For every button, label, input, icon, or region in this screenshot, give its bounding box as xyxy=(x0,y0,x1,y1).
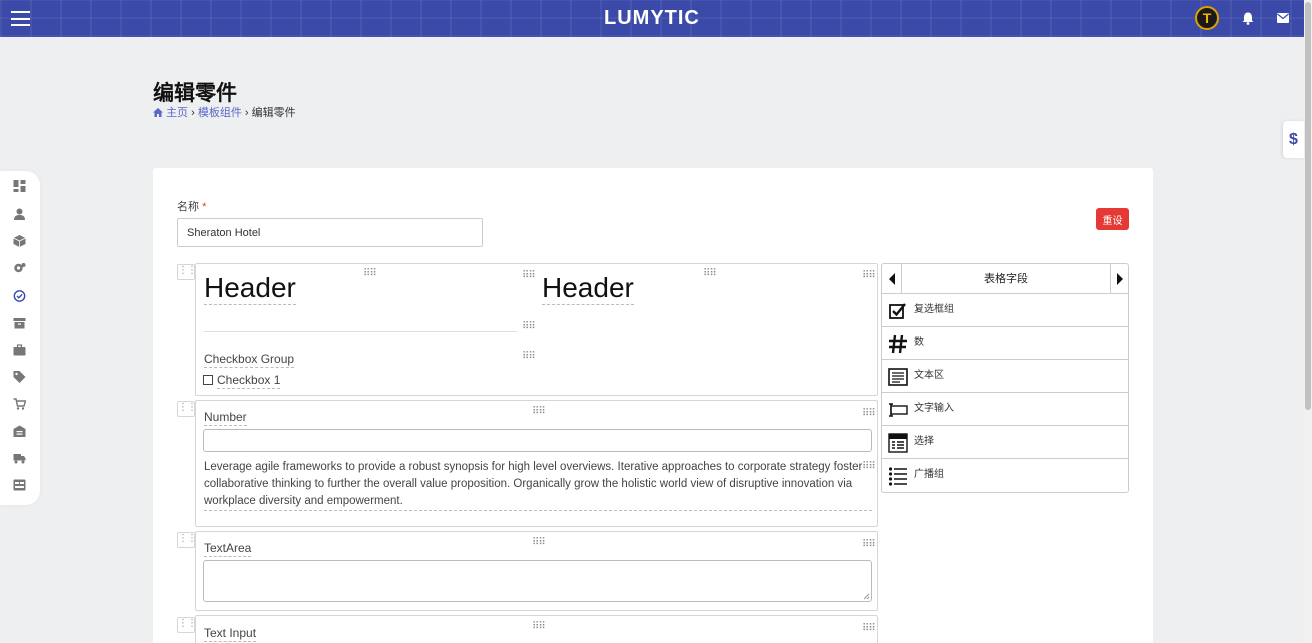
avatar[interactable]: T xyxy=(1195,6,1219,30)
drag-handle[interactable]: ⋮⋮ xyxy=(177,617,197,633)
tag-icon[interactable] xyxy=(13,371,26,383)
number-label[interactable]: Number xyxy=(204,410,247,426)
checkbox-1[interactable] xyxy=(203,375,213,385)
form-icon[interactable] xyxy=(13,479,26,491)
palette-item-label: 广播组 xyxy=(914,469,944,480)
palette-item-label: 数 xyxy=(914,337,924,348)
truck-icon[interactable] xyxy=(13,452,26,464)
palette-header: 表格字段 xyxy=(882,264,1128,294)
builder-row-number: ⠿⠿ ⠿⠿ Number ⠿⠿ Leverage agile framework… xyxy=(195,400,878,527)
select-icon xyxy=(888,433,908,453)
builder-row-text-input: ⠿⠿ ⠿⠿ Text Input xyxy=(195,615,878,643)
column-drag-handle[interactable]: ⠿⠿ xyxy=(703,269,717,279)
top-navbar: LUMYTIC T xyxy=(0,0,1304,37)
archive-icon[interactable] xyxy=(13,317,26,329)
textarea-icon xyxy=(888,368,908,386)
home-icon[interactable] xyxy=(153,108,163,117)
textarea-label[interactable]: TextArea xyxy=(204,541,252,557)
name-label: 名称 * xyxy=(177,201,207,213)
field-drag-handle[interactable]: ⠿⠿ xyxy=(522,271,536,281)
palette-item-select[interactable]: 选择 xyxy=(882,426,1128,459)
menu-icon[interactable] xyxy=(11,11,30,26)
palette-item-textarea[interactable]: 文本区 xyxy=(882,360,1128,393)
palette-item-number[interactable]: 数 xyxy=(882,327,1128,360)
cart-icon[interactable] xyxy=(13,398,26,410)
field-drag-handle[interactable]: ⠿⠿ xyxy=(862,271,876,281)
mail-icon[interactable] xyxy=(1277,13,1289,23)
textarea-input[interactable] xyxy=(203,560,872,602)
divider xyxy=(204,331,517,332)
sidebar-rail xyxy=(0,171,40,505)
palette-item-checkbox-group[interactable]: 复选框组 xyxy=(882,294,1128,327)
briefcase-icon[interactable] xyxy=(13,344,26,356)
drag-handle[interactable]: ⋮⋮ xyxy=(177,401,197,417)
name-input[interactable] xyxy=(177,218,483,247)
required-mark: * xyxy=(202,201,207,213)
text-input-icon xyxy=(889,403,908,417)
breadcrumb-home[interactable]: 主页 xyxy=(166,107,188,119)
column-drag-handle[interactable]: ⠿⠿ xyxy=(532,622,546,632)
logo[interactable]: LUMYTIC xyxy=(604,7,700,30)
checkbox-icon xyxy=(889,303,906,319)
column-drag-handle[interactable]: ⠿⠿ xyxy=(363,269,377,279)
gears-icon[interactable] xyxy=(13,262,26,274)
hash-icon xyxy=(889,334,907,354)
drag-handle[interactable]: ⋮⋮ xyxy=(177,264,197,280)
scrollbar-thumb[interactable] xyxy=(1305,2,1311,410)
field-drag-handle[interactable]: ⠿⠿ xyxy=(862,624,876,634)
palette-item-label: 文本区 xyxy=(914,370,944,381)
column-drag-handle[interactable]: ⠿⠿ xyxy=(532,407,546,417)
checkbox-group-label[interactable]: Checkbox Group xyxy=(204,352,295,368)
caret-right-icon xyxy=(1117,273,1123,285)
reset-button[interactable]: 重设 xyxy=(1096,208,1129,230)
breadcrumb-separator: › xyxy=(191,107,195,119)
cube-icon[interactable] xyxy=(13,235,26,247)
field-drag-handle[interactable]: ⠿⠿ xyxy=(862,540,876,550)
paragraph-field[interactable]: Leverage agile frameworks to provide a r… xyxy=(204,459,872,511)
palette-next-button[interactable] xyxy=(1110,264,1128,294)
resize-handle-icon[interactable] xyxy=(863,593,870,600)
palette-item-label: 选择 xyxy=(914,436,934,447)
warehouse-icon[interactable] xyxy=(13,425,26,437)
page-scrollbar[interactable] xyxy=(1304,0,1312,643)
pricing-side-tab[interactable]: $ xyxy=(1283,121,1304,158)
caret-left-icon xyxy=(889,273,895,285)
dashboard-icon[interactable] xyxy=(13,180,26,192)
bell-icon[interactable] xyxy=(1242,12,1254,25)
builder-row-headers: ⠿⠿ ⠿⠿ ⠿⠿ ⠿⠿ Header Header ⠿⠿ ⠿⠿ Checkbox… xyxy=(195,263,878,396)
palette-item-label: 文字输入 xyxy=(914,403,954,414)
header-field[interactable]: Header xyxy=(542,272,634,305)
breadcrumb-separator: › xyxy=(244,107,249,119)
number-input[interactable] xyxy=(203,429,872,452)
drag-handle[interactable]: ⋮⋮ xyxy=(177,532,197,548)
text-input-label[interactable]: Text Input xyxy=(204,626,257,642)
field-drag-handle[interactable]: ⠿⠿ xyxy=(522,352,536,362)
check-circle-icon[interactable] xyxy=(13,290,26,302)
page-title: 编辑零件 xyxy=(153,82,237,105)
checkbox-1-label: Checkbox 1 xyxy=(217,373,281,389)
breadcrumb-parent[interactable]: 模板组件 xyxy=(198,107,242,119)
user-icon[interactable] xyxy=(13,208,26,220)
radio-list-icon xyxy=(888,467,907,486)
breadcrumb: 主页 › 模板组件 › 编辑零件 xyxy=(153,104,296,120)
edit-widget-card: 名称 * 重设 ⋮⋮ ⠿⠿ ⠿⠿ ⠿⠿ ⠿⠿ Header Header ⠿⠿ … xyxy=(153,168,1153,643)
palette-item-label: 复选框组 xyxy=(914,304,954,315)
palette-item-radio-group[interactable]: 广播组 xyxy=(882,459,1128,492)
header-field[interactable]: Header xyxy=(204,272,296,305)
palette-title: 表格字段 xyxy=(984,272,1028,285)
form-fields-palette: 表格字段 复选框组 数 文本区 文字输入 选择 广播组 xyxy=(881,263,1129,493)
field-drag-handle[interactable]: ⠿⠿ xyxy=(522,322,536,332)
column-drag-handle[interactable]: ⠿⠿ xyxy=(532,538,546,548)
palette-prev-button[interactable] xyxy=(882,264,902,294)
field-drag-handle[interactable]: ⠿⠿ xyxy=(862,409,876,419)
palette-item-text-input[interactable]: 文字输入 xyxy=(882,393,1128,426)
breadcrumb-current: 编辑零件 xyxy=(251,107,296,119)
builder-row-textarea: ⠿⠿ ⠿⠿ TextArea xyxy=(195,531,878,611)
